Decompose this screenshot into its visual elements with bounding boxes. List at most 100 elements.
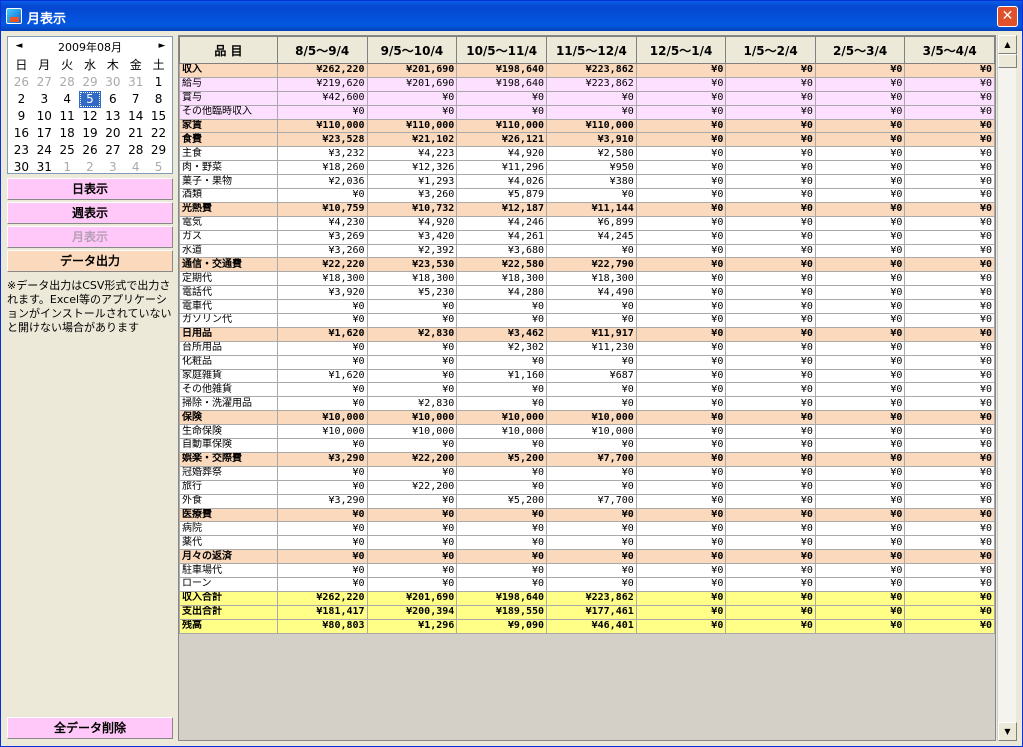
amount-cell[interactable]: ¥0 [635, 215, 727, 231]
amount-cell[interactable]: ¥0 [814, 410, 906, 426]
close-button[interactable]: ✕ [997, 6, 1018, 27]
amount-cell[interactable]: ¥0 [635, 104, 727, 120]
amount-cell[interactable]: ¥223,862 [546, 76, 637, 92]
amount-cell[interactable]: ¥0 [635, 604, 727, 620]
amount-cell[interactable]: ¥0 [814, 63, 906, 78]
amount-cell[interactable]: ¥0 [904, 507, 995, 523]
amount-cell[interactable]: ¥3,420 [366, 229, 458, 245]
amount-cell[interactable]: ¥0 [904, 271, 995, 287]
amount-cell[interactable]: ¥4,490 [546, 285, 637, 301]
amount-cell[interactable]: ¥0 [546, 535, 637, 551]
amount-cell[interactable]: ¥23,528 [276, 132, 368, 148]
amount-cell[interactable]: ¥0 [276, 104, 368, 120]
calendar-day[interactable]: 1 [147, 74, 170, 91]
amount-cell[interactable]: ¥0 [276, 299, 368, 315]
amount-cell[interactable]: ¥23,530 [366, 257, 458, 273]
amount-cell[interactable]: ¥0 [904, 160, 995, 176]
amount-cell[interactable]: ¥0 [635, 507, 727, 523]
amount-cell[interactable]: ¥0 [635, 465, 727, 481]
calendar-day[interactable]: 4 [56, 91, 79, 108]
amount-cell[interactable]: ¥0 [635, 188, 727, 203]
calendar-day[interactable]: 9 [10, 108, 33, 125]
amount-cell[interactable]: ¥6,899 [546, 215, 637, 231]
amount-cell[interactable]: ¥0 [725, 132, 816, 148]
amount-cell[interactable]: ¥1,620 [276, 368, 368, 384]
amount-cell[interactable]: ¥0 [635, 76, 727, 92]
amount-cell[interactable]: ¥10,000 [276, 410, 368, 426]
amount-cell[interactable]: ¥0 [814, 604, 906, 620]
amount-cell[interactable]: ¥22,200 [366, 479, 458, 495]
vertical-scrollbar[interactable]: ▲ ▼ [997, 35, 1017, 741]
calendar-day[interactable]: 29 [147, 142, 170, 159]
amount-cell[interactable]: ¥0 [814, 257, 906, 273]
amount-cell[interactable]: ¥0 [635, 424, 727, 440]
amount-cell[interactable]: ¥0 [456, 549, 548, 565]
prev-month-button[interactable]: ◄ [11, 39, 27, 53]
amount-cell[interactable]: ¥0 [635, 201, 727, 217]
amount-cell[interactable]: ¥0 [276, 535, 368, 551]
amount-cell[interactable]: ¥0 [814, 563, 906, 578]
amount-cell[interactable]: ¥3,680 [456, 243, 548, 259]
amount-cell[interactable]: ¥0 [904, 76, 995, 92]
amount-cell[interactable]: ¥0 [635, 90, 727, 106]
amount-cell[interactable]: ¥1,160 [456, 368, 548, 384]
calendar-day[interactable]: 27 [33, 74, 56, 91]
calendar-day[interactable]: 24 [33, 142, 56, 159]
amount-cell[interactable]: ¥3,462 [456, 326, 548, 342]
amount-cell[interactable]: ¥0 [456, 396, 548, 412]
amount-cell[interactable]: ¥0 [546, 354, 637, 370]
amount-cell[interactable]: ¥0 [276, 479, 368, 495]
amount-cell[interactable]: ¥0 [814, 493, 906, 509]
amount-cell[interactable]: ¥0 [546, 507, 637, 523]
amount-cell[interactable]: ¥0 [725, 618, 816, 634]
amount-cell[interactable]: ¥0 [276, 340, 368, 356]
calendar-day[interactable]: 27 [101, 142, 124, 159]
amount-cell[interactable]: ¥10,000 [546, 410, 637, 426]
amount-cell[interactable]: ¥0 [725, 451, 816, 467]
amount-cell[interactable]: ¥9,090 [456, 618, 548, 634]
amount-cell[interactable]: ¥200,394 [366, 604, 458, 620]
amount-cell[interactable]: ¥0 [725, 174, 816, 190]
amount-cell[interactable]: ¥0 [546, 465, 637, 481]
calendar-day[interactable]: 15 [147, 108, 170, 125]
amount-cell[interactable]: ¥2,830 [366, 396, 458, 412]
amount-cell[interactable]: ¥0 [276, 382, 368, 398]
amount-cell[interactable]: ¥0 [725, 368, 816, 384]
amount-cell[interactable]: ¥3,290 [276, 451, 368, 467]
calendar-day[interactable]: 25 [56, 142, 79, 159]
amount-cell[interactable]: ¥0 [276, 188, 368, 203]
amount-cell[interactable]: ¥0 [904, 535, 995, 551]
amount-cell[interactable]: ¥0 [635, 340, 727, 356]
amount-cell[interactable]: ¥0 [456, 354, 548, 370]
amount-cell[interactable]: ¥0 [904, 90, 995, 106]
amount-cell[interactable]: ¥189,550 [456, 604, 548, 620]
amount-cell[interactable]: ¥0 [725, 465, 816, 481]
amount-cell[interactable]: ¥0 [276, 549, 368, 565]
amount-cell[interactable]: ¥0 [276, 396, 368, 412]
amount-cell[interactable]: ¥0 [276, 576, 368, 592]
amount-cell[interactable]: ¥0 [904, 549, 995, 565]
amount-cell[interactable]: ¥0 [276, 313, 368, 328]
amount-cell[interactable]: ¥0 [725, 201, 816, 217]
amount-cell[interactable]: ¥0 [635, 299, 727, 315]
amount-cell[interactable]: ¥0 [904, 382, 995, 398]
amount-cell[interactable]: ¥0 [366, 438, 458, 453]
amount-cell[interactable]: ¥0 [276, 354, 368, 370]
amount-cell[interactable]: ¥0 [725, 535, 816, 551]
amount-cell[interactable]: ¥0 [814, 382, 906, 398]
amount-cell[interactable]: ¥0 [546, 479, 637, 495]
amount-cell[interactable]: ¥0 [904, 438, 995, 453]
calendar-day[interactable]: 19 [79, 125, 102, 142]
amount-cell[interactable]: ¥0 [814, 354, 906, 370]
amount-cell[interactable]: ¥262,220 [276, 63, 368, 78]
amount-cell[interactable]: ¥0 [366, 535, 458, 551]
amount-cell[interactable]: ¥0 [635, 132, 727, 148]
amount-cell[interactable]: ¥0 [814, 285, 906, 301]
amount-cell[interactable]: ¥0 [635, 285, 727, 301]
amount-cell[interactable]: ¥10,000 [366, 410, 458, 426]
amount-cell[interactable]: ¥0 [904, 313, 995, 328]
amount-cell[interactable]: ¥0 [725, 438, 816, 453]
amount-cell[interactable]: ¥3,260 [366, 188, 458, 203]
amount-cell[interactable]: ¥0 [546, 188, 637, 203]
amount-cell[interactable]: ¥0 [904, 146, 995, 162]
